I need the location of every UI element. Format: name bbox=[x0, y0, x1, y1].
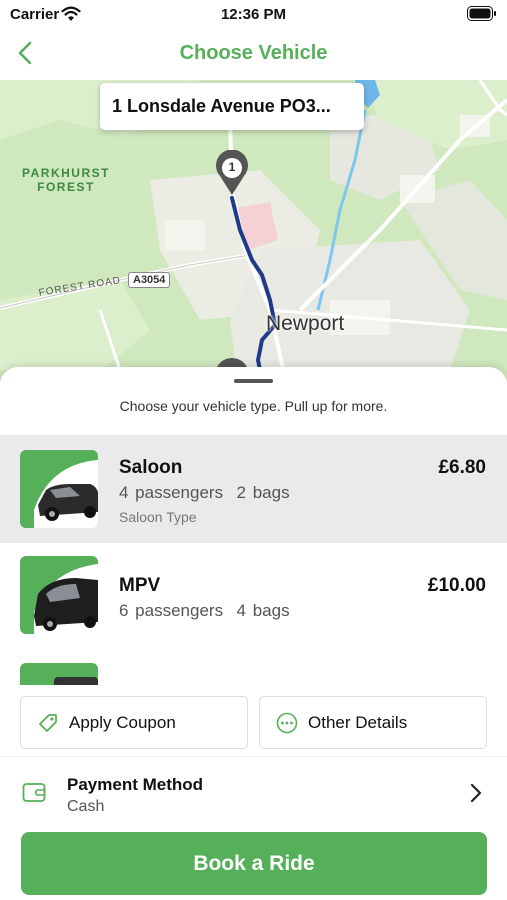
nav-bar: Choose Vehicle bbox=[0, 30, 507, 80]
payment-method-label: Payment Method bbox=[67, 775, 204, 794]
page-title: Choose Vehicle bbox=[179, 42, 328, 64]
saloon-image bbox=[20, 450, 98, 528]
vehicle-type: Saloon Type bbox=[119, 509, 197, 525]
vehicle-capacity: 6 passengers 4 bags bbox=[119, 601, 290, 620]
other-details-button[interactable]: Other Details bbox=[259, 696, 487, 749]
apply-coupon-button[interactable]: Apply Coupon bbox=[20, 696, 248, 749]
other-details-label: Other Details bbox=[308, 712, 408, 732]
sheet-grabber[interactable] bbox=[234, 379, 273, 383]
pin-number: 1 bbox=[228, 160, 236, 174]
vehicle-capacity: 4 passengers 2 bags bbox=[119, 483, 290, 502]
status-bar: Carrier 12:36 PM bbox=[0, 0, 507, 30]
vehicle-name: MPV bbox=[119, 575, 161, 596]
vehicle-option-saloon[interactable]: Saloon 4 passengers 2 bags Saloon Type £… bbox=[0, 435, 507, 543]
vehicle-name: Saloon bbox=[119, 457, 183, 478]
pickup-pin[interactable]: 1 bbox=[213, 150, 251, 196]
vehicle-option-mpv[interactable]: MPV 6 passengers 4 bags £10.00 bbox=[0, 543, 507, 653]
forest-label: PARKHURST FOREST bbox=[22, 166, 110, 194]
book-ride-button[interactable]: Book a Ride bbox=[21, 832, 487, 895]
vehicle-price: £6.80 bbox=[438, 457, 486, 478]
clock: 12:36 PM bbox=[220, 6, 287, 23]
battery-icon bbox=[467, 6, 496, 21]
road-shield: A3054 bbox=[128, 272, 171, 288]
vehicle-option-partial[interactable] bbox=[0, 663, 507, 693]
wallet-icon bbox=[22, 783, 46, 802]
more-icon bbox=[276, 712, 298, 733]
pickup-address[interactable]: 1 Lonsdale Avenue PO3... bbox=[100, 83, 364, 130]
sheet-hint: Choose your vehicle type. Pull up for mo… bbox=[119, 398, 388, 414]
car-icon bbox=[20, 556, 98, 634]
apply-coupon-label: Apply Coupon bbox=[69, 712, 176, 732]
vehicle-price: £10.00 bbox=[427, 575, 486, 596]
town-label: Newport bbox=[266, 312, 345, 335]
payment-method-value: Cash bbox=[67, 798, 105, 815]
vehicle-image-partial bbox=[20, 663, 98, 685]
action-row: Apply Coupon Other Details bbox=[0, 690, 507, 757]
payment-method-row[interactable]: Payment Method Cash bbox=[0, 757, 507, 829]
car-icon bbox=[20, 450, 98, 528]
chevron-right-icon bbox=[470, 783, 482, 803]
tag-icon bbox=[39, 713, 57, 732]
mpv-image bbox=[20, 556, 98, 634]
